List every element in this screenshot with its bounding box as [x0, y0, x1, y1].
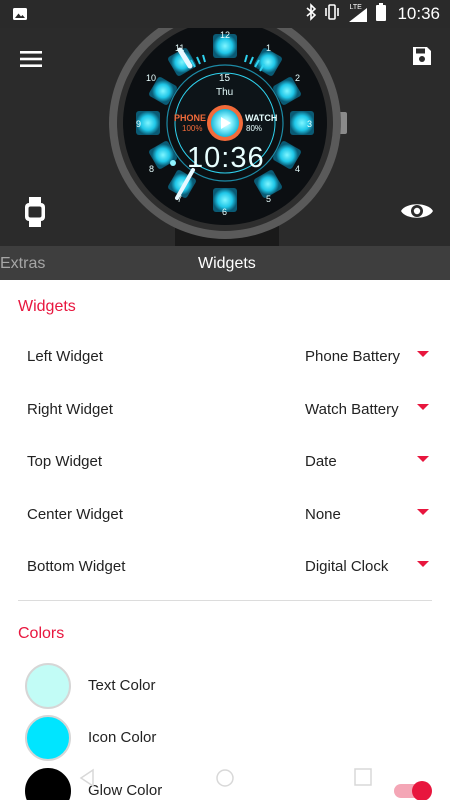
image-icon: [12, 6, 28, 27]
dropdown-arrow-icon: [417, 404, 429, 410]
left-widget-label: Left Widget: [27, 348, 103, 365]
status-bar: LTE 10:36: [0, 0, 450, 28]
hour-number-6: 6: [222, 207, 228, 217]
save-icon[interactable]: [410, 44, 434, 68]
bottom-widget-dropdown[interactable]: Digital Clock: [296, 548, 436, 588]
menu-icon[interactable]: [18, 46, 44, 72]
hour-number-9: 9: [136, 119, 142, 129]
top-widget-row: Top Widget Date: [0, 443, 450, 483]
hour-number-8: 8: [149, 164, 155, 174]
glow-toggle[interactable]: [394, 781, 432, 800]
right-widget-label: Right Widget: [27, 401, 113, 418]
hour-number-3: 3: [307, 119, 313, 129]
dropdown-arrow-icon: [417, 509, 429, 515]
hour-number-4: 4: [295, 164, 301, 174]
recents-icon[interactable]: [354, 768, 372, 791]
icon-color-row[interactable]: Icon Color: [0, 715, 450, 761]
text-color-swatch[interactable]: [25, 663, 71, 709]
dropdown-arrow-icon: [417, 561, 429, 567]
toggle-thumb: [412, 781, 432, 800]
dropdown-arrow-icon: [417, 351, 429, 357]
watch-battery-value: 80%: [246, 124, 263, 133]
battery-icon: [375, 2, 387, 27]
icon-color-swatch[interactable]: [25, 715, 71, 761]
left-widget-dropdown[interactable]: Phone Battery: [296, 338, 436, 378]
vibrate-icon: [323, 3, 341, 26]
right-widget-value: Watch Battery: [305, 401, 399, 418]
center-widget-dropdown[interactable]: None: [296, 496, 436, 536]
tab-extras[interactable]: Extras: [0, 246, 45, 280]
widgets-section-title: Widgets: [18, 298, 76, 315]
phone-label: PHONE: [174, 113, 207, 123]
text-color-row[interactable]: Text Color: [0, 663, 450, 709]
top-widget-dropdown[interactable]: Date: [296, 443, 436, 483]
watch-preview-panel: 12 1 2 3 4 5 6 7 8 9 10 11 15 Thu PHONE …: [0, 28, 450, 246]
center-widget-row: Center Widget None: [0, 496, 450, 536]
status-time: 10:36: [397, 4, 440, 23]
hour-number-11: 11: [175, 43, 185, 53]
colors-section-title: Colors: [18, 625, 65, 642]
center-widget-label: Center Widget: [27, 506, 123, 523]
settings-content: Widgets Left Widget Phone Battery Right …: [0, 280, 450, 800]
watch-icon[interactable]: [22, 196, 48, 228]
watch-label: WATCH: [245, 113, 278, 123]
hour-number-1: 1: [266, 43, 272, 53]
eye-icon[interactable]: [400, 198, 434, 224]
lte-signal-icon: LTE: [347, 4, 369, 23]
center-widget-value: None: [305, 506, 341, 523]
tab-bar: Extras Widgets: [0, 246, 450, 280]
right-widget-dropdown[interactable]: Watch Battery: [296, 391, 436, 431]
top-widget-value: Date: [305, 453, 337, 470]
bluetooth-icon: [305, 2, 317, 26]
bottom-widget-row: Bottom Widget Digital Clock: [0, 548, 450, 588]
dropdown-arrow-icon: [417, 456, 429, 462]
hour-number-10: 10: [146, 73, 157, 83]
icon-color-label: Icon Color: [88, 729, 157, 746]
hour-number-5: 5: [266, 194, 272, 204]
left-widget-value: Phone Battery: [305, 348, 401, 365]
text-color-label: Text Color: [88, 677, 156, 694]
date-day-number: 15: [219, 73, 231, 84]
date-day-name: Thu: [216, 87, 234, 98]
bottom-widget-value: Digital Clock: [305, 558, 389, 575]
hour-number-2: 2: [295, 73, 301, 83]
bottom-widget-label: Bottom Widget: [27, 558, 126, 575]
tab-widgets[interactable]: Widgets: [198, 246, 256, 280]
network-label: LTE: [349, 4, 362, 11]
left-widget-row: Left Widget Phone Battery: [0, 338, 450, 378]
digital-clock: 10:36: [187, 142, 265, 174]
home-icon[interactable]: [215, 768, 235, 793]
watch-face-preview: 12 1 2 3 4 5 6 7 8 9 10 11 15 Thu PHONE …: [107, 28, 347, 246]
section-divider: [18, 600, 432, 601]
back-icon[interactable]: [78, 768, 96, 793]
top-widget-label: Top Widget: [27, 453, 103, 470]
phone-battery-value: 100%: [182, 124, 203, 133]
hour-number-7: 7: [177, 194, 183, 204]
navigation-bar: [0, 760, 450, 800]
right-widget-row: Right Widget Watch Battery: [0, 391, 450, 431]
hour-number-12: 12: [220, 30, 231, 40]
